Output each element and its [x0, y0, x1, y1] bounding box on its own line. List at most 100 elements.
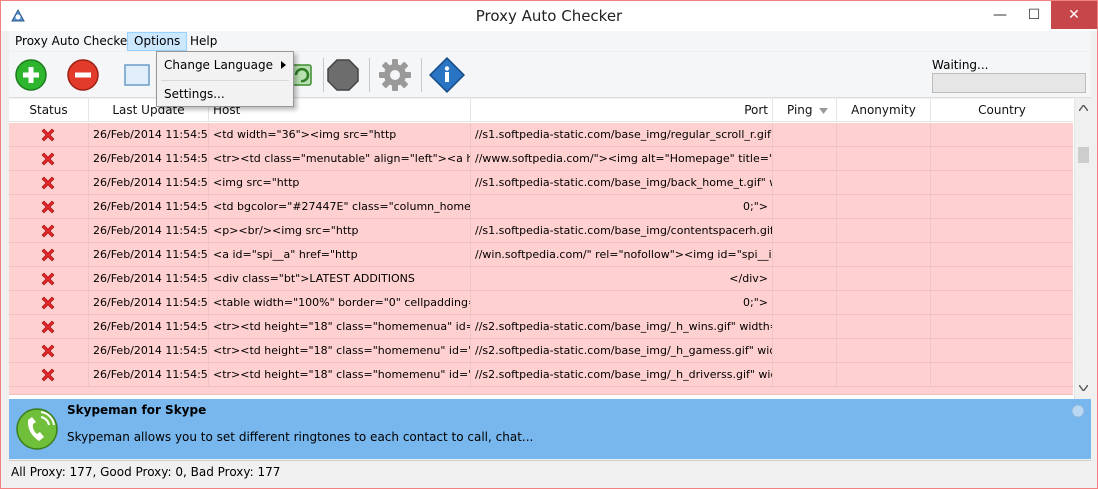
last-update-cell: 26/Feb/2014 11:54:51	[89, 219, 209, 242]
host-cell: <td width="36"><img src="http	[209, 123, 471, 146]
host-cell: <tr><td height="18" class="homemenua" id…	[209, 315, 471, 338]
table-row[interactable]: 26/Feb/2014 11:54:51 <table width="100%" …	[9, 291, 1073, 315]
bad-proxy-x-icon	[41, 248, 55, 262]
bad-proxy-x-icon	[41, 176, 55, 190]
anonymity-cell	[837, 291, 931, 314]
anonymity-cell	[837, 195, 931, 218]
scroll-up-icon[interactable]	[1079, 105, 1088, 111]
status-cell	[9, 243, 89, 266]
ping-cell	[773, 315, 837, 338]
bad-proxy-x-icon	[41, 368, 55, 382]
column-header-port[interactable]: Port	[471, 99, 773, 122]
port-cell: //s1.softpedia-static.com/base_img/back_…	[471, 171, 773, 194]
ad-banner[interactable]: Skypeman for Skype Skypeman allows you t…	[9, 399, 1091, 459]
ping-cell	[773, 339, 837, 362]
port-cell: //s2.softpedia-static.com/base_img/_h_wi…	[471, 315, 773, 338]
import-icon[interactable]	[119, 57, 155, 93]
country-cell	[931, 243, 1073, 266]
column-header-ping[interactable]: Ping	[773, 99, 837, 122]
status-label: Waiting...	[932, 58, 989, 72]
country-cell	[931, 147, 1073, 170]
column-header-country[interactable]: Country	[931, 99, 1073, 122]
ping-cell	[773, 267, 837, 290]
host-cell: <div class="bt">LATEST ADDITIONS	[209, 267, 471, 290]
host-cell: <p><br/><img src="http	[209, 219, 471, 242]
status-cell	[9, 219, 89, 242]
anonymity-cell	[837, 171, 931, 194]
skypeman-logo-icon	[16, 408, 58, 450]
anonymity-cell	[837, 363, 931, 386]
banner-close-icon[interactable]	[1071, 404, 1085, 418]
status-cell	[9, 171, 89, 194]
port-cell: //s2.softpedia-static.com/base_img/_h_dr…	[471, 363, 773, 386]
anonymity-cell	[837, 339, 931, 362]
settings-gear-icon[interactable]	[377, 57, 413, 93]
bad-proxy-x-icon	[41, 320, 55, 334]
menu-options[interactable]: Options	[127, 32, 188, 51]
status-summary: All Proxy: 177, Good Proxy: 0, Bad Proxy…	[11, 465, 281, 479]
port-cell: 0;">	[471, 291, 773, 314]
vertical-scrollbar[interactable]	[1074, 99, 1091, 399]
last-update-cell: 26/Feb/2014 11:54:51	[89, 267, 209, 290]
table-row[interactable]: 26/Feb/2014 11:54:51 <div class="bt">LATE…	[9, 267, 1073, 291]
status-cell	[9, 315, 89, 338]
menu-help[interactable]: Help	[184, 32, 223, 51]
port-cell: </div>	[471, 267, 773, 290]
table-row[interactable]: 26/Feb/2014 11:54:51 <img src="http//s1.s…	[9, 171, 1073, 195]
port-cell: //s2.softpedia-static.com/base_img/_h_ga…	[471, 339, 773, 362]
table-row[interactable]: 26/Feb/2014 11:54:51 <tr><td height="18" …	[9, 339, 1073, 363]
ping-cell	[773, 171, 837, 194]
bad-proxy-x-icon	[41, 344, 55, 358]
country-cell	[931, 219, 1073, 242]
progress-bar	[932, 73, 1086, 93]
port-cell: //win.softpedia.com/" rel="nofollow"><im…	[471, 243, 773, 266]
info-icon[interactable]	[429, 57, 465, 93]
last-update-cell: 26/Feb/2014 11:54:51	[89, 315, 209, 338]
scrollbar-thumb[interactable]	[1078, 147, 1089, 163]
host-cell: <tr><td height="18" class="homemenu" id=…	[209, 363, 471, 386]
last-update-cell: 26/Feb/2014 11:54:51	[89, 123, 209, 146]
scroll-down-icon[interactable]	[1079, 385, 1088, 391]
status-cell	[9, 339, 89, 362]
table-row[interactable]: 26/Feb/2014 11:54:51 <td width="36"><img …	[9, 123, 1073, 147]
maximize-button[interactable]: ☐	[1017, 1, 1051, 29]
last-update-cell: 26/Feb/2014 11:54:51	[89, 147, 209, 170]
table-row[interactable]: 26/Feb/2014 11:54:51 <tr><td height="18" …	[9, 363, 1073, 387]
add-icon[interactable]	[13, 57, 49, 93]
bad-proxy-x-icon	[41, 152, 55, 166]
last-update-cell: 26/Feb/2014 11:54:51	[89, 339, 209, 362]
ping-cell	[773, 147, 837, 170]
anonymity-cell	[837, 219, 931, 242]
status-cell	[9, 195, 89, 218]
column-header-status[interactable]: Status	[9, 99, 89, 122]
table-row[interactable]: 26/Feb/2014 11:54:51 <tr><td height="18" …	[9, 315, 1073, 339]
host-cell: <tr><td height="18" class="homemenu" id=…	[209, 339, 471, 362]
close-button[interactable]: ✕	[1051, 1, 1097, 29]
country-cell	[931, 171, 1073, 194]
table-row[interactable]: 26/Feb/2014 11:54:51 <p><br/><img src="ht…	[9, 219, 1073, 243]
table-row[interactable]	[9, 387, 1073, 395]
remove-icon[interactable]	[65, 57, 101, 93]
submenu-arrow-icon	[281, 61, 286, 69]
menu-settings[interactable]: Settings...	[158, 83, 292, 105]
column-header-ping-label: Ping	[787, 103, 813, 117]
bad-proxy-x-icon	[41, 296, 55, 310]
anonymity-cell	[837, 315, 931, 338]
banner-title: Skypeman for Skype	[67, 403, 207, 417]
minimize-button[interactable]: —	[983, 1, 1017, 29]
status-cell	[9, 147, 89, 170]
table-row[interactable]: 26/Feb/2014 11:54:51 <a id="spi__a" href=…	[9, 243, 1073, 267]
country-cell	[931, 363, 1073, 386]
menu-proxy-auto-checker[interactable]: Proxy Auto Checker	[9, 32, 138, 51]
table-row[interactable]: 26/Feb/2014 11:54:51 <tr><td class="menut…	[9, 147, 1073, 171]
status-cell	[9, 123, 89, 146]
ping-cell	[773, 123, 837, 146]
stop-icon[interactable]	[325, 57, 361, 93]
menu-change-language[interactable]: Change Language	[158, 54, 292, 76]
column-header-anonymity[interactable]: Anonymity	[837, 99, 931, 122]
ping-cell	[773, 363, 837, 386]
sort-descending-icon	[819, 108, 828, 114]
anonymity-cell	[837, 267, 931, 290]
table-row[interactable]: 26/Feb/2014 11:54:51 <td bgcolor="#27447E…	[9, 195, 1073, 219]
port-cell: //s1.softpedia-static.com/base_img/regul…	[471, 123, 773, 146]
